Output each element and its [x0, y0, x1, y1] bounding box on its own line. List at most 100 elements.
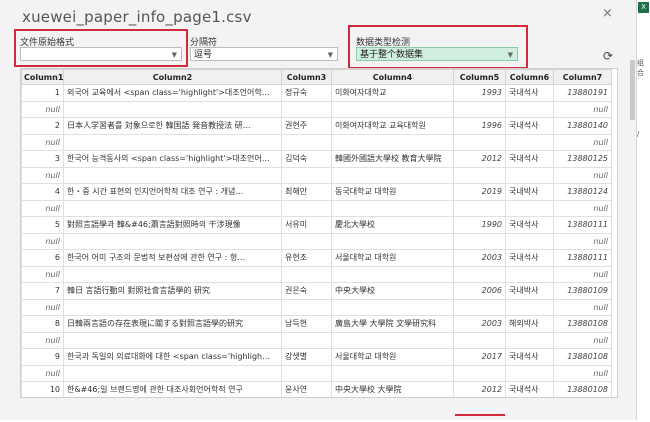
table-cell: 한국어 어미 구조의 문법적 보편성에 관한 연구 : 형… [63, 249, 282, 267]
table-cell [331, 133, 454, 151]
column-header[interactable]: Column7 [553, 69, 612, 85]
table-row: 3 한국어 능격동사의 <span class='highlight'>대조언어…… [21, 150, 612, 168]
table-cell: 외국어 교육에서 <span class='highlight'>대조언어학… [63, 84, 282, 102]
table-cell: 동국대학교 대학원 [331, 183, 454, 201]
table-cell [281, 232, 332, 250]
table-cell: 권은숙 [281, 282, 332, 300]
table-cell: 국내석사 [505, 84, 554, 102]
table-cell: 對照言語學과 韓&#46;蕭言語對照時의 干涉現像 [63, 216, 282, 234]
table-cell [281, 100, 332, 118]
scrollbar[interactable] [630, 60, 635, 120]
table-cell: null [21, 298, 64, 316]
table-cell: 국내석사 [505, 381, 554, 397]
table-cell [331, 199, 454, 217]
table-cell [281, 133, 332, 151]
table-cell: 7 [21, 282, 64, 300]
table-cell: 유현조 [281, 249, 332, 267]
column-header[interactable]: Column3 [281, 69, 332, 85]
window-title: xuewei_paper_info_page1.csv [22, 8, 252, 26]
table-cell: null [21, 166, 64, 184]
column-header[interactable]: Column1 [21, 69, 64, 85]
table-cell [453, 331, 506, 349]
table-cell: null [553, 331, 612, 349]
delimiter-select[interactable]: 逗号 ▼ [190, 47, 338, 61]
table-cell: 13880108 [553, 315, 612, 333]
column-header[interactable]: Column4 [331, 69, 454, 85]
table-cell: 한・중 시간 표현의 인지언어학적 대조 연구 : 개념… [63, 183, 282, 201]
table-cell: 慶北大學校 [331, 216, 454, 234]
table-cell: 中央大學校 [331, 282, 454, 300]
table-cell: null [21, 100, 64, 118]
table-cell: 13880108 [553, 381, 612, 397]
table-cell: 김덕숙 [281, 150, 332, 168]
table-cell: null [553, 232, 612, 250]
table-cell: 1996 [453, 117, 506, 135]
table-cell: null [553, 199, 612, 217]
table-cell [331, 298, 454, 316]
table-row: null null [21, 265, 612, 283]
table-cell: null [553, 133, 612, 151]
table-cell: 2017 [453, 348, 506, 366]
preview-table: Column1 Column2 Column3 Column4 Column5 Colum… [20, 68, 618, 398]
table-cell [281, 331, 332, 349]
table-cell: 국내석사 [505, 216, 554, 234]
table-cell: 廣島大學 大學院 文學研究科 [331, 315, 454, 333]
table-cell [63, 298, 282, 316]
table-cell: 13880125 [553, 150, 612, 168]
table-cell [453, 100, 506, 118]
table-cell: 서울대학교 대학원 [331, 348, 454, 366]
table-cell: null [553, 166, 612, 184]
table-cell [63, 133, 282, 151]
table-cell [453, 166, 506, 184]
close-icon[interactable]: × [602, 6, 613, 21]
table-cell: null [21, 199, 64, 217]
table-cell: 남득현 [281, 315, 332, 333]
table-cell [281, 298, 332, 316]
table-cell [63, 232, 282, 250]
table-cell: 2003 [453, 315, 506, 333]
sheet-snippet: 组合 [637, 59, 644, 77]
table-cell: 1 [21, 84, 64, 102]
table-cell [63, 265, 282, 283]
table-row: 2 日本人学習者를 対象으로한 韓国語 発音教授法 研… 권현주 이화여자대학교 교육… [21, 117, 612, 135]
table-cell [505, 265, 554, 283]
table-row: null null [21, 199, 612, 217]
table-row: null null [21, 331, 612, 349]
column-header[interactable]: Column2 [63, 69, 282, 85]
table-cell: 한국과 독일의 의료대화에 대한 <span class='highligh… [63, 348, 282, 366]
table-cell: 韓日 言語行動의 對照社會言語學的 研究 [63, 282, 282, 300]
highlight-box-detection [348, 25, 528, 69]
column-header[interactable]: Column6 [505, 69, 554, 85]
table-cell: 10 [21, 381, 64, 397]
table-cell: 13880109 [553, 282, 612, 300]
table-cell: null [21, 232, 64, 250]
table-cell [505, 166, 554, 184]
table-row: null null [21, 100, 612, 118]
table-cell: 6 [21, 249, 64, 267]
table-cell [453, 232, 506, 250]
table-cell [281, 265, 332, 283]
excel-icon: X [638, 2, 649, 13]
table-cell [453, 133, 506, 151]
spreadsheet-edge: X 组合 / [637, 0, 650, 420]
refresh-icon[interactable]: ⟳ [601, 49, 615, 63]
column-header[interactable]: Column5 [453, 69, 506, 85]
table-cell: null [21, 133, 64, 151]
chevron-down-icon: ▼ [327, 51, 333, 59]
table-cell [331, 166, 454, 184]
table-cell: 1990 [453, 216, 506, 234]
table-cell: 권현주 [281, 117, 332, 135]
table-cell: 4 [21, 183, 64, 201]
table-cell: null [553, 265, 612, 283]
table-cell: 2012 [453, 381, 506, 397]
table-cell [453, 298, 506, 316]
table-cell: 국내박사 [505, 183, 554, 201]
table-cell: 국내석사 [505, 249, 554, 267]
table-cell: 최해만 [281, 183, 332, 201]
table-row: 7 韓日 言語行動의 對照社會言語學的 研究 권은숙 中央大學校 2006 국내박사 138… [21, 282, 612, 300]
table-cell: null [21, 265, 64, 283]
table-cell: 이화여자대학교 교육대학원 [331, 117, 454, 135]
table-cell: 윤사연 [281, 381, 332, 397]
table-cell [331, 232, 454, 250]
table-row: 9 한국과 독일의 의료대화에 대한 <span class='highligh…… [21, 348, 612, 366]
